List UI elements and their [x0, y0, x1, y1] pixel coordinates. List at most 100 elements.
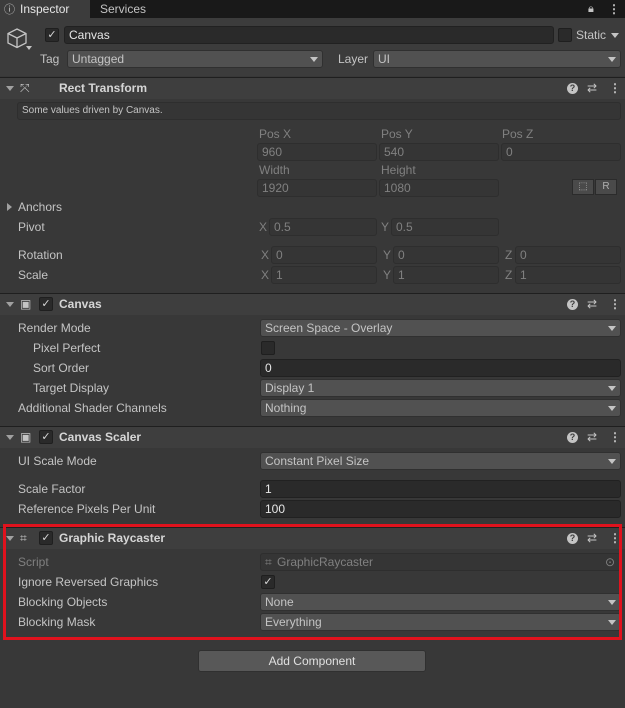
kebab-menu-icon[interactable]: ⋮ — [609, 293, 621, 315]
pivot-label: Pivot — [18, 220, 45, 234]
help-icon[interactable]: ? — [567, 432, 578, 443]
scale-factor-input[interactable]: 1 — [260, 480, 621, 498]
rotation-x-label: X — [261, 248, 270, 262]
pos-y-label: Pos Y — [381, 127, 413, 141]
width-field[interactable]: 1920 — [257, 179, 377, 197]
canvas-title: Canvas — [59, 297, 102, 311]
shader-channels-value: Nothing — [265, 401, 307, 415]
lock-icon[interactable]: 🔒︎ — [588, 1, 594, 17]
rotation-y-field[interactable]: 0 — [393, 246, 499, 264]
scale-z-field[interactable]: 1 — [515, 266, 621, 284]
canvas-icon: ▣ — [20, 297, 32, 311]
width-label: Width — [259, 163, 290, 177]
layer-label: Layer — [338, 52, 369, 66]
ui-scale-mode-label: UI Scale Mode — [18, 454, 97, 468]
blueprint-button[interactable]: ⬚ — [572, 179, 594, 195]
pos-x-label: Pos X — [259, 127, 292, 141]
pixel-perfect-label: Pixel Perfect — [33, 341, 101, 355]
pos-y-field[interactable]: 540 — [379, 143, 499, 161]
tag-value: Untagged — [72, 52, 125, 66]
active-checkbox[interactable]: ✓ — [45, 28, 59, 42]
canvas-scaler-title: Canvas Scaler — [59, 430, 142, 444]
static-dropdown-arrow[interactable] — [611, 33, 619, 38]
scale-factor-value: 1 — [265, 482, 272, 496]
ref-ppu-input[interactable]: 100 — [260, 500, 621, 518]
ref-ppu-label: Reference Pixels Per Unit — [18, 502, 156, 516]
scale-label: Scale — [18, 268, 49, 282]
anchors-label[interactable]: Anchors — [18, 199, 62, 215]
pivot-y-field[interactable]: 0.5 — [391, 218, 499, 236]
tab-services[interactable]: Services — [100, 0, 146, 18]
pivot-y-label: Y — [381, 220, 390, 234]
tag-dropdown[interactable]: Untagged — [67, 50, 323, 68]
canvas-fold[interactable] — [6, 302, 14, 307]
kebab-menu-icon[interactable]: ⋮ — [608, 1, 620, 17]
pivot-x-field[interactable]: 0.5 — [269, 218, 377, 236]
help-icon[interactable]: ? — [567, 83, 578, 94]
canvas-scaler-fold[interactable] — [6, 435, 14, 440]
scale-x-label: X — [261, 268, 270, 282]
scale-z-value: 1 — [520, 268, 527, 282]
render-mode-label: Render Mode — [18, 321, 91, 335]
sort-order-label: Sort Order — [33, 361, 90, 375]
layer-value: UI — [378, 52, 390, 66]
anchors-fold[interactable] — [7, 203, 12, 211]
canvas-scaler-enabled-checkbox[interactable]: ✓ — [39, 430, 53, 444]
pos-z-field[interactable]: 0 — [501, 143, 621, 161]
scale-y-field[interactable]: 1 — [393, 266, 499, 284]
rect-transform-title: Rect Transform — [59, 81, 148, 95]
pixel-perfect-checkbox[interactable] — [261, 341, 275, 355]
tab-bar — [0, 0, 625, 18]
preset-icon[interactable]: ⇄ — [587, 293, 597, 315]
raw-edit-button[interactable]: R — [595, 179, 617, 195]
tab-inspector-label: Inspector — [20, 2, 70, 16]
driven-note-text: Some values driven by Canvas. — [22, 105, 163, 116]
rotation-y-label: Y — [383, 248, 392, 262]
ui-scale-mode-dropdown[interactable]: Constant Pixel Size — [260, 452, 621, 470]
pos-x-field[interactable]: 960 — [257, 143, 377, 161]
pos-z-label: Pos Z — [502, 127, 534, 141]
height-field[interactable]: 1080 — [379, 179, 499, 197]
static-checkbox[interactable] — [558, 28, 572, 42]
sort-order-value: 0 — [265, 361, 272, 375]
help-icon[interactable]: ? — [567, 299, 578, 310]
render-mode-dropdown[interactable]: Screen Space - Overlay — [260, 319, 621, 337]
pivot-y-value: 0.5 — [396, 220, 413, 234]
canvas-enabled-checkbox[interactable]: ✓ — [39, 297, 53, 311]
rotation-x-value: 0 — [276, 248, 283, 262]
pos-y-value: 540 — [384, 145, 405, 159]
preset-icon[interactable]: ⇄ — [587, 77, 597, 99]
pos-x-value: 960 — [262, 145, 283, 159]
rotation-x-field[interactable]: 0 — [271, 246, 377, 264]
scale-x-value: 1 — [276, 268, 283, 282]
rotation-y-value: 0 — [398, 248, 405, 262]
scale-y-value: 1 — [398, 268, 405, 282]
target-display-dropdown[interactable]: Display 1 — [260, 379, 621, 397]
add-component-button[interactable]: Add Component — [198, 650, 426, 672]
scale-y-label: Y — [383, 268, 392, 282]
object-name-input[interactable]: Canvas — [64, 26, 554, 44]
render-mode-value: Screen Space - Overlay — [265, 321, 393, 335]
icon-dropdown-arrow[interactable] — [26, 46, 32, 50]
rotation-z-field[interactable]: 0 — [515, 246, 621, 264]
rect-transform-fold[interactable] — [6, 86, 14, 91]
kebab-menu-icon[interactable]: ⋮ — [609, 77, 621, 99]
scale-z-label: Z — [505, 268, 513, 282]
driven-note-box: Some values driven by Canvas. — [17, 102, 621, 120]
pivot-x-value: 0.5 — [274, 220, 291, 234]
ui-scale-mode-value: Constant Pixel Size — [265, 454, 370, 468]
kebab-menu-icon[interactable]: ⋮ — [609, 426, 621, 448]
layer-dropdown[interactable]: UI — [373, 50, 621, 68]
object-name-text: Canvas — [69, 28, 110, 42]
rotation-z-value: 0 — [520, 248, 527, 262]
shader-channels-dropdown[interactable]: Nothing — [260, 399, 621, 417]
info-icon: ⓘ — [4, 4, 15, 16]
shader-channels-label: Additional Shader Channels — [18, 401, 167, 415]
rect-transform-icon: ⤧ — [20, 81, 30, 95]
highlight-box — [3, 524, 622, 640]
sort-order-input[interactable]: 0 — [260, 359, 621, 377]
preset-icon[interactable]: ⇄ — [587, 426, 597, 448]
scale-factor-label: Scale Factor — [18, 482, 86, 496]
ref-ppu-value: 100 — [265, 502, 286, 516]
scale-x-field[interactable]: 1 — [271, 266, 377, 284]
